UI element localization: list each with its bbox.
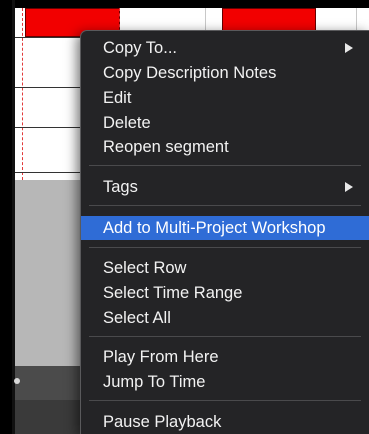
menu-item-tags[interactable]: Tags xyxy=(81,175,369,199)
menu-item-copy-to[interactable]: Copy To... xyxy=(81,36,369,60)
menu-item-label: Select All xyxy=(103,309,171,327)
menu-item-add-to-multi-project-workshop[interactable]: Add to Multi-Project Workshop xyxy=(81,216,369,240)
menu-item-label: Reopen segment xyxy=(103,138,229,156)
menu-item-label: Pause Playback xyxy=(103,413,222,431)
menu-item-label: Copy Description Notes xyxy=(103,64,277,82)
menu-item-label: Jump To Time xyxy=(103,373,206,391)
menu-item-label: Select Row xyxy=(103,259,187,277)
menu-item-label: Add to Multi-Project Workshop xyxy=(103,219,326,237)
menu-item-label: Tags xyxy=(103,178,138,196)
scroll-handle[interactable] xyxy=(14,378,20,384)
chevron-right-icon xyxy=(345,43,353,53)
menu-separator xyxy=(89,165,361,166)
menu-item-select-all[interactable]: Select All xyxy=(81,306,369,330)
menu-item-edit[interactable]: Edit xyxy=(81,86,369,110)
menu-item-select-time-range[interactable]: Select Time Range xyxy=(81,281,369,305)
menu-item-play-from-here[interactable]: Play From Here xyxy=(81,345,369,369)
menu-separator xyxy=(89,336,361,337)
menu-separator xyxy=(89,400,361,401)
menu-separator xyxy=(89,247,361,248)
menu-item-pause-playback[interactable]: Pause Playback xyxy=(81,410,369,434)
context-menu: Copy To... Copy Description Notes Edit D… xyxy=(80,30,369,434)
menu-item-label: Select Time Range xyxy=(103,284,243,302)
menu-item-label: Delete xyxy=(103,114,151,132)
menu-separator xyxy=(89,205,361,206)
menu-item-reopen-segment[interactable]: Reopen segment xyxy=(81,135,369,159)
menu-item-copy-description-notes[interactable]: Copy Description Notes xyxy=(81,61,369,85)
menu-item-label: Copy To... xyxy=(103,39,177,57)
timeline-lower-strip xyxy=(15,400,85,434)
menu-item-select-row[interactable]: Select Row xyxy=(81,256,369,280)
menu-item-label: Edit xyxy=(103,89,132,107)
menu-item-delete[interactable]: Delete xyxy=(81,111,369,135)
menu-item-jump-to-time[interactable]: Jump To Time xyxy=(81,370,369,394)
playhead-line xyxy=(22,8,23,180)
menu-item-label: Play From Here xyxy=(103,348,219,366)
chevron-right-icon xyxy=(345,182,353,192)
